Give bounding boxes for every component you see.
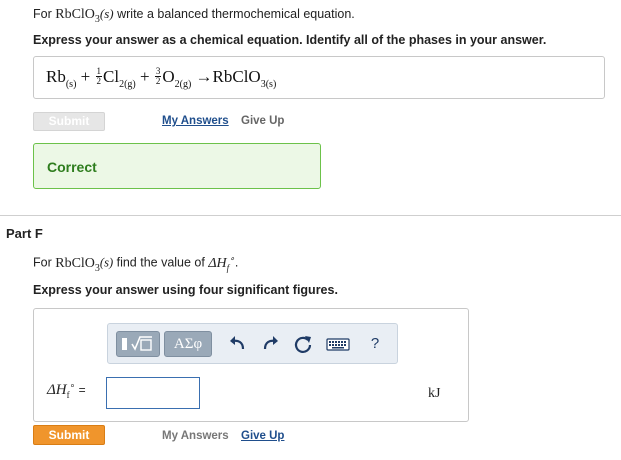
math-toolbar: ΑΣφ ? — [107, 323, 398, 364]
correct-feedback: Correct — [33, 143, 321, 189]
part-e-question: For RbClO3(s) write a balanced thermoche… — [33, 6, 355, 25]
compound: RbClO3 — [55, 255, 100, 274]
give-up-link[interactable]: Give Up — [241, 430, 284, 442]
my-answers-link[interactable]: My Answers — [162, 115, 229, 127]
templates-button[interactable] — [116, 331, 160, 357]
divider — [0, 215, 621, 216]
keyboard-icon[interactable] — [324, 332, 352, 356]
submitted-equation: Rb(s) + 1 2 Cl2(g) + 3 2 O2(g) →RbClO3(s) — [46, 65, 277, 90]
submit-button[interactable]: Submit — [33, 425, 105, 445]
submit-button-disabled: Submit — [33, 112, 105, 131]
delta-h-answer-label: ΔHf∘ = — [47, 380, 86, 400]
part-e-instructions: Express your answer as a chemical equati… — [33, 33, 547, 47]
unit-label: kJ — [428, 386, 441, 401]
fraction-three-halves: 32 — [154, 65, 162, 86]
part-f-instructions: Express your answer using four significa… — [33, 283, 338, 297]
help-icon[interactable]: ? — [363, 332, 387, 356]
my-answers-label: My Answers — [162, 430, 229, 442]
equation-answer-box[interactable]: Rb(s) + 1 2 Cl2(g) + 3 2 O2(g) →RbClO3(s) — [33, 56, 605, 99]
part-f-question: For RbClO3(s) find the value of ΔHf∘. — [33, 253, 239, 274]
redo-icon[interactable] — [258, 332, 282, 356]
give-up-label: Give Up — [241, 115, 285, 127]
part-f-title: Part F — [6, 226, 43, 241]
fraction-one-half: 12 — [95, 65, 102, 86]
undo-icon[interactable] — [226, 332, 250, 356]
greek-symbols-button[interactable]: ΑΣφ — [164, 331, 212, 357]
math-answer-box: ΑΣφ ? ΔHf∘ = kJ — [33, 308, 469, 422]
templates-icon — [122, 336, 152, 351]
delta-h-input[interactable] — [106, 377, 200, 409]
compound: RbClO3 — [55, 7, 100, 25]
delta-h-symbol: ΔHf∘ — [208, 253, 235, 273]
reset-icon[interactable] — [291, 332, 315, 356]
